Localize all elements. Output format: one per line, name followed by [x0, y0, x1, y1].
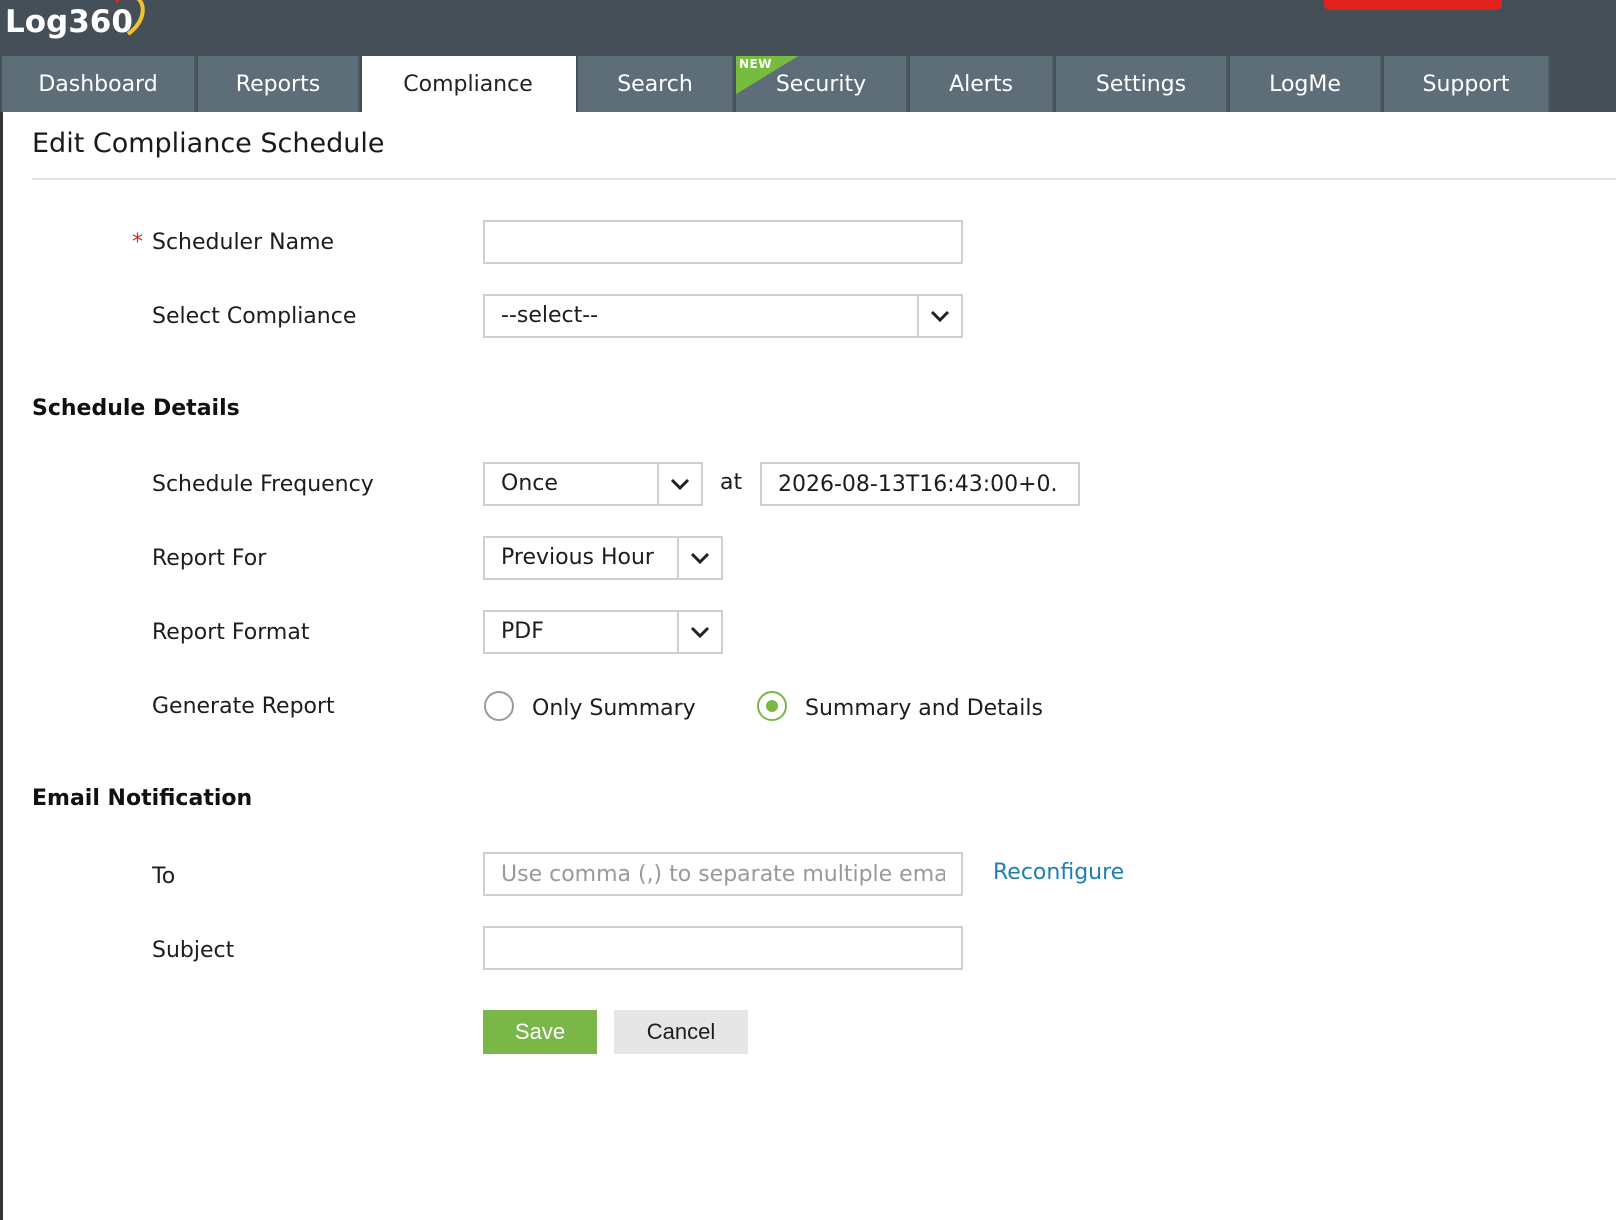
- compliance-select[interactable]: --select--: [483, 294, 963, 338]
- at-label: at: [720, 470, 743, 495]
- tab-compliance[interactable]: Compliance: [362, 56, 576, 112]
- tab-label: Compliance: [403, 71, 533, 97]
- schedule-details-heading: Schedule Details: [32, 396, 240, 421]
- compliance-select-value: --select--: [501, 303, 599, 328]
- divider: [32, 178, 1616, 180]
- tab-label: LogMe: [1269, 71, 1341, 97]
- new-badge: NEW: [736, 56, 798, 94]
- tab-dashboard[interactable]: Dashboard: [2, 56, 196, 112]
- subject-input[interactable]: [483, 926, 963, 970]
- report-format-value: PDF: [501, 619, 544, 644]
- summary-and-details-radio[interactable]: [757, 691, 787, 721]
- select-compliance-label: Select Compliance: [152, 304, 357, 329]
- reconfigure-link[interactable]: Reconfigure: [993, 860, 1124, 885]
- page-title: Edit Compliance Schedule: [32, 128, 385, 159]
- scheduler-name-label: Scheduler Name: [152, 230, 335, 255]
- chevron-down-icon: [677, 538, 721, 578]
- report-for-select[interactable]: Previous Hour: [483, 536, 723, 580]
- generate-report-label: Generate Report: [152, 694, 335, 719]
- main-nav-tabs: Dashboard Reports Compliance Search NEW …: [2, 56, 1550, 112]
- schedule-frequency-label: Schedule Frequency: [152, 472, 374, 497]
- report-format-select[interactable]: PDF: [483, 610, 723, 654]
- only-summary-label[interactable]: Only Summary: [532, 696, 696, 721]
- required-marker: *: [132, 230, 143, 255]
- tab-alerts[interactable]: Alerts: [910, 56, 1054, 112]
- report-for-value: Previous Hour: [501, 545, 654, 570]
- tab-label: Settings: [1095, 71, 1187, 97]
- upgrade-button[interactable]: [1324, 0, 1502, 10]
- schedule-datetime-input[interactable]: 2026-08-13T16:43:00+0.: [760, 462, 1080, 506]
- report-format-label: Report Format: [152, 620, 310, 645]
- tab-label: Reports: [235, 71, 321, 97]
- tab-label: Alerts: [949, 71, 1013, 97]
- tab-label: Search: [617, 71, 693, 97]
- chevron-down-icon: [657, 464, 701, 504]
- tab-search[interactable]: Search: [578, 56, 734, 112]
- left-border: [0, 112, 3, 1220]
- cancel-button[interactable]: Cancel: [614, 1010, 748, 1054]
- new-badge-text: NEW: [739, 57, 772, 71]
- tab-label: Support: [1422, 71, 1510, 97]
- subject-label: Subject: [152, 938, 235, 963]
- to-label: To: [152, 864, 176, 889]
- schedule-frequency-value: Once: [501, 471, 558, 496]
- tab-support[interactable]: Support: [1384, 56, 1550, 112]
- chevron-down-icon: [677, 612, 721, 652]
- chevron-down-icon: [917, 296, 961, 336]
- tab-security[interactable]: NEW Security: [736, 56, 908, 112]
- tab-reports[interactable]: Reports: [198, 56, 360, 112]
- logo-swoosh-icon: [114, 0, 145, 36]
- tab-logme[interactable]: LogMe: [1230, 56, 1382, 112]
- summary-and-details-label[interactable]: Summary and Details: [805, 696, 1043, 721]
- save-button[interactable]: Save: [483, 1010, 597, 1054]
- only-summary-radio[interactable]: [484, 691, 514, 721]
- tab-settings[interactable]: Settings: [1056, 56, 1228, 112]
- email-notification-heading: Email Notification: [32, 786, 253, 811]
- report-for-label: Report For: [152, 546, 267, 571]
- tab-label: Dashboard: [38, 71, 158, 97]
- scheduler-name-input[interactable]: [483, 220, 963, 264]
- email-to-input[interactable]: [483, 852, 963, 896]
- schedule-frequency-select[interactable]: Once: [483, 462, 703, 506]
- top-header: Log360 Dashboard Reports Compliance Sear…: [0, 0, 1616, 112]
